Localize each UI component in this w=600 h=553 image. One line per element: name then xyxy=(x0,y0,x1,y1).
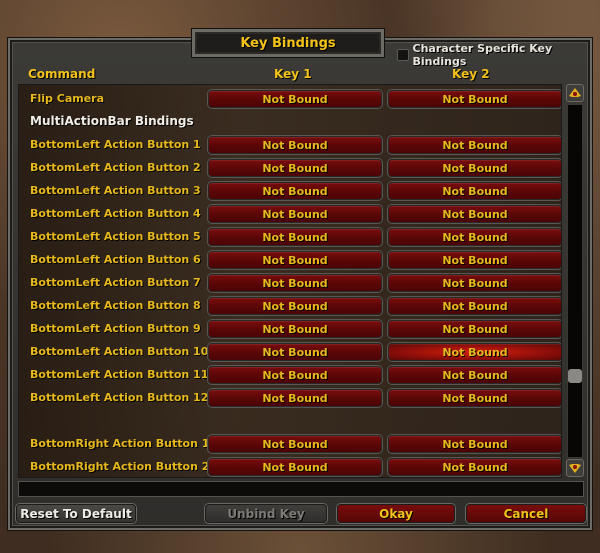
key2-binding-button[interactable]: Not Bound xyxy=(388,251,561,269)
key1-binding-button[interactable]: Not Bound xyxy=(208,136,382,154)
command-label: BottomLeft Action Button 7 xyxy=(30,276,201,289)
command-label: BottomLeft Action Button 10 xyxy=(30,345,209,358)
chevron-up-icon xyxy=(569,88,581,97)
scroll-thumb[interactable] xyxy=(568,368,582,383)
command-label: BottomLeft Action Button 12 xyxy=(30,391,209,404)
key1-binding-button[interactable]: Not Bound xyxy=(208,320,382,338)
character-specific-label: Character Specific Key Bindings xyxy=(412,42,553,68)
command-label: BottomLeft Action Button 11 xyxy=(30,368,209,381)
binding-row[interactable]: Flip Camera Not Bound Not Bound xyxy=(19,89,561,109)
key1-binding-button[interactable]: Not Bound xyxy=(208,90,382,108)
binding-row[interactable]: BottomLeft Action Button 10 Not Bound Not … xyxy=(19,342,561,362)
key1-binding-button[interactable]: Not Bound xyxy=(208,366,382,384)
binding-row[interactable]: BottomLeft Action Button 5 Not Bound Not B… xyxy=(19,227,561,247)
command-label: BottomRight Action Button 2 xyxy=(30,460,210,473)
scroll-track[interactable] xyxy=(567,104,583,458)
key2-binding-button[interactable]: Not Bound xyxy=(388,389,561,407)
column-header-command: Command xyxy=(28,67,96,81)
key2-binding-button[interactable]: Not Bound xyxy=(388,182,561,200)
binding-row[interactable]: BottomLeft Action Button 12 Not Bound Not … xyxy=(19,388,561,408)
binding-row[interactable]: BottomLeft Action Button 4 Not Bound Not B… xyxy=(19,204,561,224)
key1-binding-button[interactable]: Not Bound xyxy=(208,159,382,177)
key2-binding-button[interactable]: Not Bound xyxy=(388,136,561,154)
key2-binding-button[interactable]: Not Bound xyxy=(388,274,561,292)
character-specific-toggle[interactable]: Character Specific Key Bindings xyxy=(397,42,600,68)
okay-button[interactable]: Okay xyxy=(337,504,455,523)
key1-binding-button[interactable]: Not Bound xyxy=(208,458,382,476)
binding-row[interactable]: BottomLeft Action Button 3 Not Bound Not B… xyxy=(19,181,561,201)
command-label: Flip Camera xyxy=(30,92,105,105)
key2-binding-button[interactable]: Not Bound xyxy=(388,320,561,338)
binding-row[interactable]: BottomLeft Action Button 11 Not Bound Not … xyxy=(19,365,561,385)
scrollbar[interactable] xyxy=(565,84,585,478)
command-label: BottomLeft Action Button 1 xyxy=(30,138,201,151)
column-header-key2: Key 2 xyxy=(452,67,490,81)
binding-row[interactable]: BottomLeft Action Button 8 Not Bound Not B… xyxy=(19,296,561,316)
key2-binding-button[interactable]: Not Bound xyxy=(388,458,561,476)
key1-binding-button[interactable]: Not Bound xyxy=(208,343,382,361)
key1-binding-button[interactable]: Not Bound xyxy=(208,435,382,453)
binding-row[interactable]: BottomLeft Action Button 1 Not Bound Not B… xyxy=(19,135,561,155)
chevron-down-icon xyxy=(569,464,581,473)
bindings-list: Flip Camera Not Bound Not Bound MultiAction… xyxy=(18,84,562,478)
key1-binding-button[interactable]: Not Bound xyxy=(208,389,382,407)
window-title-text: Key Bindings xyxy=(240,35,336,51)
key1-binding-button[interactable]: Not Bound xyxy=(208,251,382,269)
status-output-box xyxy=(18,481,584,497)
key2-binding-button[interactable]: Not Bound xyxy=(388,343,561,361)
scroll-down-button[interactable] xyxy=(566,459,584,477)
unbind-key-button[interactable]: Unbind Key xyxy=(205,504,327,523)
cancel-button[interactable]: Cancel xyxy=(466,504,586,523)
binding-row[interactable]: BottomRight Action Button 1 Not Bound Not … xyxy=(19,434,561,454)
command-label: BottomLeft Action Button 9 xyxy=(30,322,201,335)
command-label: BottomLeft Action Button 2 xyxy=(30,161,201,174)
category-header-row: MultiActionBar Bindings xyxy=(19,112,561,132)
column-header-key1: Key 1 xyxy=(274,67,312,81)
command-label: BottomLeft Action Button 5 xyxy=(30,230,201,243)
key2-binding-button[interactable]: Not Bound xyxy=(388,297,561,315)
key2-binding-button[interactable]: Not Bound xyxy=(388,159,561,177)
key1-binding-button[interactable]: Not Bound xyxy=(208,274,382,292)
binding-row[interactable]: BottomLeft Action Button 2 Not Bound Not B… xyxy=(19,158,561,178)
command-label: BottomRight Action Button 1 xyxy=(30,437,210,450)
command-label: BottomLeft Action Button 4 xyxy=(30,207,201,220)
key1-binding-button[interactable]: Not Bound xyxy=(208,297,382,315)
binding-row[interactable]: BottomLeft Action Button 9 Not Bound Not B… xyxy=(19,319,561,339)
command-label: BottomLeft Action Button 6 xyxy=(30,253,201,266)
character-specific-checkbox[interactable] xyxy=(397,49,409,61)
reset-to-default-button[interactable]: Reset To Default xyxy=(16,504,136,523)
binding-row[interactable]: BottomLeft Action Button 7 Not Bound Not B… xyxy=(19,273,561,293)
key2-binding-button[interactable]: Not Bound xyxy=(388,205,561,223)
binding-row[interactable]: BottomRight Action Button 2 Not Bound Not … xyxy=(19,457,561,477)
binding-row[interactable]: BottomLeft Action Button 6 Not Bound Not B… xyxy=(19,250,561,270)
key2-binding-button[interactable]: Not Bound xyxy=(388,366,561,384)
key2-binding-button[interactable]: Not Bound xyxy=(388,228,561,246)
key2-binding-button[interactable]: Not Bound xyxy=(388,90,561,108)
spacer-row xyxy=(19,411,561,431)
category-header-label: MultiActionBar Bindings xyxy=(30,114,194,128)
command-label: BottomLeft Action Button 3 xyxy=(30,184,201,197)
key1-binding-button[interactable]: Not Bound xyxy=(208,182,382,200)
key1-binding-button[interactable]: Not Bound xyxy=(208,205,382,223)
scroll-up-button[interactable] xyxy=(566,84,584,102)
key1-binding-button[interactable]: Not Bound xyxy=(208,228,382,246)
window-title: Key Bindings xyxy=(192,29,384,57)
key2-binding-button[interactable]: Not Bound xyxy=(388,435,561,453)
command-label: BottomLeft Action Button 8 xyxy=(30,299,201,312)
